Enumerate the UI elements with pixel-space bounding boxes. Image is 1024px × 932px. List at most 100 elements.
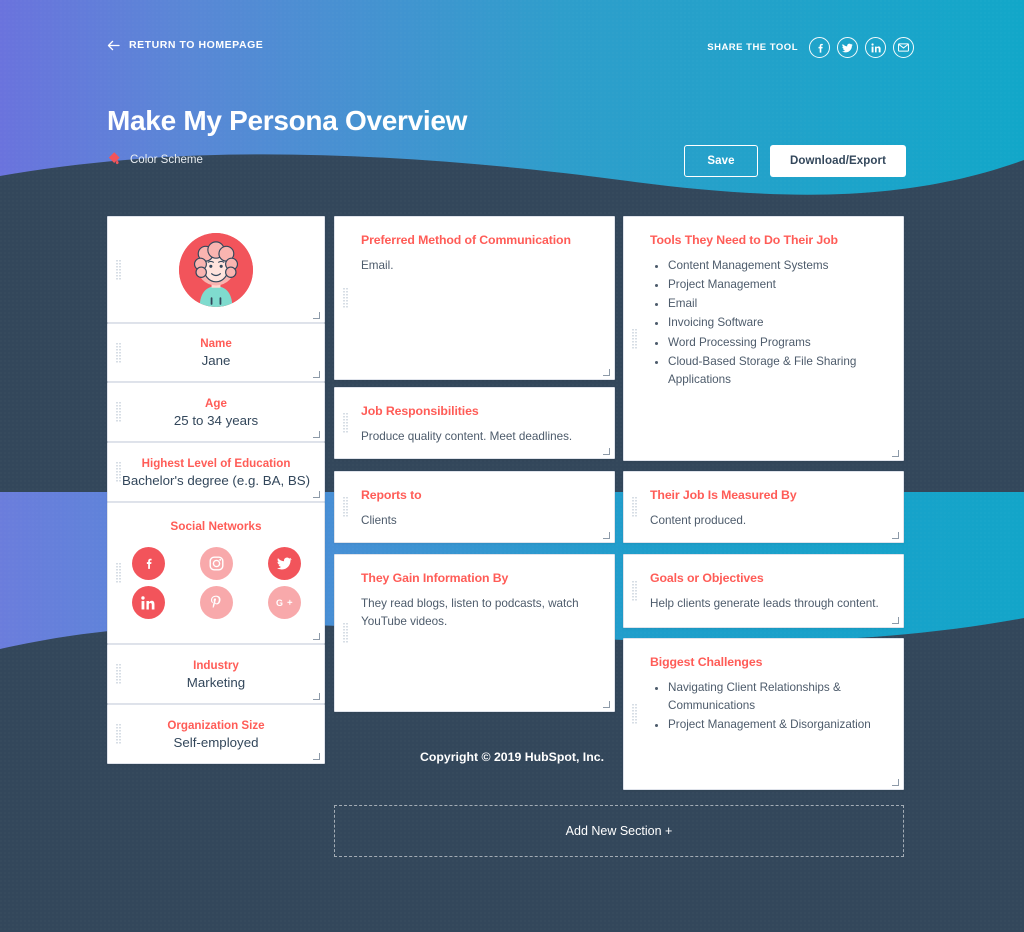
list-item: Word Processing Programs	[668, 334, 881, 352]
field-value[interactable]: 25 to 34 years	[108, 413, 324, 428]
resize-handle[interactable]	[313, 371, 320, 378]
card-measured-by[interactable]: Their Job Is Measured By Content produce…	[623, 471, 904, 543]
resize-handle[interactable]	[892, 779, 899, 786]
paint-drop-icon	[108, 152, 120, 165]
list-item: Content Management Systems	[668, 257, 881, 275]
field-value[interactable]: Marketing	[108, 675, 324, 690]
resize-handle[interactable]	[892, 617, 899, 624]
list-item: Cloud-Based Storage & File Sharing Appli…	[668, 353, 881, 389]
card-avatar[interactable]	[107, 216, 325, 323]
instagram-icon	[209, 556, 223, 571]
resize-handle[interactable]	[313, 633, 320, 640]
drag-handle[interactable]	[116, 259, 121, 280]
card-body[interactable]: Clients	[361, 512, 592, 530]
card-body[interactable]: Email.	[361, 257, 592, 275]
card-industry[interactable]: Industry Marketing	[107, 644, 325, 704]
card-job-responsibilities[interactable]: Job Responsibilities Produce quality con…	[334, 387, 615, 459]
card-body[interactable]: They read blogs, listen to podcasts, wat…	[361, 595, 592, 631]
linkedin-icon	[870, 42, 881, 52]
google-plus-icon: G	[276, 598, 292, 608]
copyright-footer: Copyright © 2019 HubSpot, Inc.	[420, 750, 604, 764]
card-body[interactable]: Content Management Systems Project Manag…	[650, 257, 881, 389]
social-twitter-icon-button[interactable]	[267, 547, 301, 580]
resize-handle[interactable]	[892, 532, 899, 539]
color-scheme-button[interactable]: Color Scheme	[107, 151, 203, 168]
card-social-networks[interactable]: Social Networks G	[107, 502, 325, 644]
social-pinterest-icon-button[interactable]	[199, 586, 233, 619]
drag-handle[interactable]	[632, 497, 637, 517]
facebook-icon	[818, 43, 823, 53]
card-goals[interactable]: Goals or Objectives Help clients generat…	[623, 554, 904, 628]
field-education: Highest Level of Education Bachelor's de…	[108, 443, 324, 501]
card-body[interactable]: Produce quality content. Meet deadlines.	[361, 428, 592, 446]
card-reports-to[interactable]: Reports to Clients	[334, 471, 615, 543]
share-the-tool: SHARE THE TOOL	[707, 37, 914, 58]
drag-handle[interactable]	[632, 328, 637, 349]
field-value[interactable]: Jane	[108, 353, 324, 368]
field-label: Age	[205, 396, 227, 410]
resize-handle[interactable]	[603, 532, 610, 539]
svg-text:G: G	[276, 598, 283, 608]
twitter-icon	[842, 43, 853, 52]
card-tools[interactable]: Tools They Need to Do Their Job Content …	[623, 216, 904, 461]
drag-handle[interactable]	[343, 623, 348, 643]
return-to-homepage-link[interactable]: RETURN TO HOMEPAGE	[107, 39, 263, 51]
header-actions: Save Download/Export	[684, 145, 906, 177]
resize-handle[interactable]	[603, 701, 610, 708]
drag-handle[interactable]	[116, 462, 121, 482]
drag-handle[interactable]	[632, 581, 637, 601]
card-body[interactable]: Navigating Client Relationships & Commun…	[650, 679, 881, 734]
social-facebook-icon-button[interactable]	[131, 547, 165, 580]
social-google-plus-icon-button[interactable]: G	[267, 586, 301, 619]
social-instagram-icon-button[interactable]	[199, 547, 233, 580]
drag-handle[interactable]	[632, 704, 637, 724]
card-age[interactable]: Age 25 to 34 years	[107, 382, 325, 442]
drag-handle[interactable]	[343, 497, 348, 517]
header-topbar: RETURN TO HOMEPAGE SHARE THE TOOL	[107, 37, 914, 59]
social-linkedin-icon-button[interactable]	[131, 586, 165, 619]
share-twitter-button[interactable]	[837, 37, 858, 58]
drag-handle[interactable]	[343, 288, 348, 308]
resize-handle[interactable]	[313, 693, 320, 700]
field-value[interactable]: Self-employed	[108, 735, 324, 750]
share-email-button[interactable]	[893, 37, 914, 58]
color-scheme-label: Color Scheme	[130, 153, 203, 166]
linkedin-icon	[141, 595, 155, 609]
card-preferred-communication[interactable]: Preferred Method of Communication Email.	[334, 216, 615, 380]
share-facebook-button[interactable]	[809, 37, 830, 58]
card-title: Goals or Objectives	[650, 571, 764, 585]
twitter-icon	[276, 557, 292, 570]
drag-handle[interactable]	[116, 724, 121, 744]
download-export-button[interactable]: Download/Export	[770, 145, 906, 177]
share-linkedin-button[interactable]	[865, 37, 886, 58]
drag-handle[interactable]	[116, 563, 121, 583]
card-education[interactable]: Highest Level of Education Bachelor's de…	[107, 442, 325, 502]
card-body[interactable]: Content produced.	[650, 512, 881, 530]
drag-handle[interactable]	[116, 664, 121, 684]
save-button[interactable]: Save	[684, 145, 758, 177]
card-title: They Gain Information By	[361, 571, 509, 585]
page-header: RETURN TO HOMEPAGE SHARE THE TOOL Make M…	[0, 0, 1024, 200]
add-new-section-button[interactable]: Add New Section +	[334, 805, 904, 857]
card-name[interactable]: Name Jane	[107, 323, 325, 382]
resize-handle[interactable]	[313, 312, 320, 319]
card-title: Tools They Need to Do Their Job	[650, 233, 838, 247]
resize-handle[interactable]	[603, 448, 610, 455]
card-gain-information[interactable]: They Gain Information By They read blogs…	[334, 554, 615, 712]
resize-handle[interactable]	[313, 431, 320, 438]
resize-handle[interactable]	[313, 491, 320, 498]
drag-handle[interactable]	[116, 402, 121, 422]
field-label: Organization Size	[167, 718, 265, 732]
drag-handle[interactable]	[116, 342, 121, 363]
resize-handle[interactable]	[892, 450, 899, 457]
resize-handle[interactable]	[603, 369, 610, 376]
field-label: Name	[200, 337, 232, 350]
card-title: Biggest Challenges	[650, 655, 763, 669]
field-industry: Industry Marketing	[108, 645, 324, 703]
page-title: Make My Persona Overview	[107, 105, 468, 136]
field-name: Name Jane	[108, 324, 324, 381]
field-value[interactable]: Bachelor's degree (e.g. BA, BS)	[108, 473, 324, 488]
card-biggest-challenges[interactable]: Biggest Challenges Navigating Client Rel…	[623, 638, 904, 790]
drag-handle[interactable]	[343, 413, 348, 433]
card-body[interactable]: Help clients generate leads through cont…	[650, 595, 881, 613]
